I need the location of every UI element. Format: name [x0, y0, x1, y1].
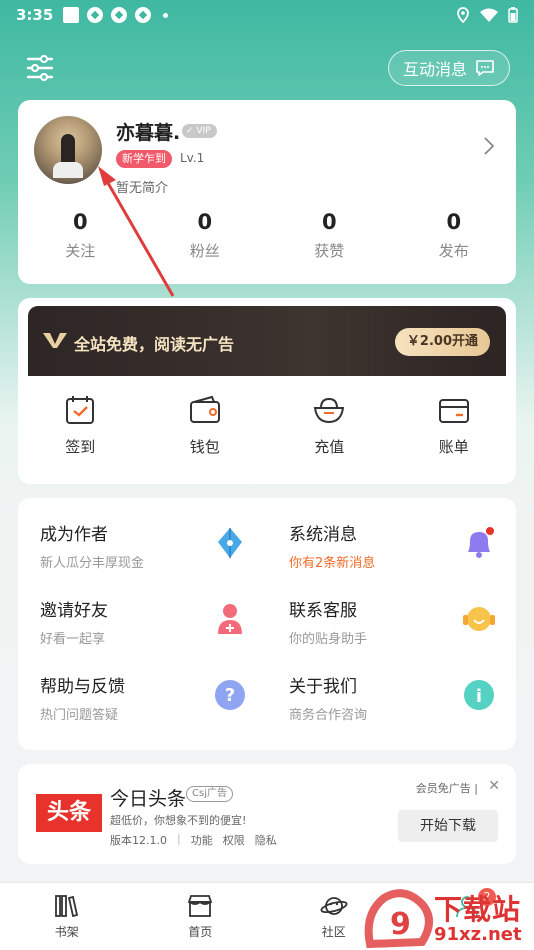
quick-checkin[interactable]: 签到: [18, 394, 143, 460]
menu-customer-service[interactable]: 联系客服 你的贴身助手: [267, 578, 516, 654]
menu-help-feedback[interactable]: 帮助与反馈 热门问题答疑 ?: [18, 654, 267, 730]
ad-free-label[interactable]: 会员免广告 |: [416, 780, 478, 796]
vip-logo-icon: [43, 333, 67, 348]
menu-system-messages[interactable]: 系统消息 你有2条新消息: [267, 502, 516, 578]
ad-description: 超低价，你想象不到的便宜!: [110, 814, 247, 827]
more-notifications-dot-icon: [163, 12, 169, 18]
notification-app-icon: [87, 7, 104, 23]
vip-banner[interactable]: 全站免费，阅读无广告 ￥2.00开通: [28, 306, 506, 376]
recharge-bowl-icon: [314, 397, 345, 424]
stat-posts[interactable]: 0 发布: [392, 208, 517, 268]
profile-card[interactable]: 亦暮暮. ✓ VIP 新学乍到 Lv.1 暂无简介 0 关注 0 粉丝 0 获赞 0发…: [18, 100, 516, 284]
avatar[interactable]: [34, 116, 102, 184]
nav-home[interactable]: 首页: [134, 883, 268, 950]
stat-following[interactable]: 0 关注: [18, 208, 143, 268]
username: 亦暮暮.: [116, 122, 181, 144]
newbie-tag: 新学乍到: [116, 150, 172, 168]
wifi-icon: [480, 8, 498, 22]
level-label: Lv.1: [180, 151, 205, 165]
svg-text:9: 9: [390, 907, 411, 942]
add-friend-icon: [218, 604, 242, 634]
menu-become-author[interactable]: 成为作者 新人瓜分丰厚现金: [18, 502, 267, 578]
ad-meta: 版本12.1.0 | 功能 权限 隐私: [110, 832, 277, 848]
interact-messages-label: 互动消息: [402, 60, 467, 79]
bill-card-icon: [438, 399, 469, 423]
ad-download-button[interactable]: 开始下载: [398, 810, 498, 842]
nav-bookshelf[interactable]: 书架: [0, 883, 134, 950]
vip-open-button[interactable]: ￥2.00开通: [394, 328, 490, 356]
battery-icon: [508, 7, 518, 23]
stat-likes[interactable]: 0 获赞: [267, 208, 392, 268]
pen-nib-icon: [218, 528, 242, 558]
status-bar: 3:35: [0, 0, 534, 30]
status-time: 3:35: [16, 6, 54, 24]
stat-fans[interactable]: 0 粉丝: [143, 208, 268, 268]
vip-card: 全站免费，阅读无广告 ￥2.00开通 签到 钱包 充值 账单: [18, 298, 516, 484]
interact-messages-button[interactable]: 互动消息: [387, 50, 510, 86]
svg-text:i: i: [476, 686, 482, 707]
info-icon: i: [464, 680, 494, 710]
ad-title: 今日头条: [110, 788, 187, 810]
planet-icon: [320, 897, 348, 915]
message-bubble-icon: [476, 60, 494, 76]
menu-card: 成为作者 新人瓜分丰厚现金 系统消息 你有2条新消息 邀请好友 好看一起享 联系…: [18, 498, 516, 750]
menu-invite-friends[interactable]: 邀请好友 好看一起享: [18, 578, 267, 654]
watermark-text: 下载站: [434, 893, 522, 926]
headset-icon: [463, 607, 495, 631]
close-icon[interactable]: ✕: [488, 778, 500, 794]
notification-app-icon: [111, 7, 128, 23]
top-bar: 互动消息: [0, 44, 534, 94]
calendar-check-icon: [66, 396, 95, 424]
menu-about-us[interactable]: 关于我们 商务合作咨询 i: [267, 654, 516, 730]
profile-stats: 0 关注 0 粉丝 0 获赞 0 发布: [18, 208, 516, 268]
svg-text:?: ?: [225, 685, 235, 706]
profile-intro: 暂无简介: [116, 181, 169, 196]
ad-tag: Csj广告: [186, 786, 233, 802]
settings-sliders-icon[interactable]: [24, 52, 56, 84]
store-icon: [188, 895, 213, 917]
wallet-icon: [189, 395, 220, 423]
ad-version: 版本12.1.0: [110, 834, 167, 847]
ad-card[interactable]: 头条 今日头条 Csj广告 超低价，你想象不到的便宜! 版本12.1.0 | 功…: [18, 764, 516, 864]
quick-recharge[interactable]: 充值: [267, 394, 392, 460]
bookshelf-icon: [54, 895, 78, 918]
quick-wallet[interactable]: 钱包: [143, 394, 268, 460]
ad-app-logo: 头条: [36, 794, 102, 832]
location-icon: [457, 7, 469, 23]
watermark-url: 91xz.net: [434, 924, 522, 945]
ad-link-features[interactable]: 功能: [191, 832, 213, 848]
chevron-right-icon[interactable]: [482, 136, 496, 156]
ad-link-permissions[interactable]: 权限: [223, 832, 245, 848]
vip-badge: ✓ VIP: [182, 124, 217, 138]
question-icon: ?: [215, 680, 245, 710]
vip-text: 全站免费，阅读无广告: [74, 335, 235, 354]
bell-icon: [468, 527, 494, 558]
quick-bill[interactable]: 账单: [392, 394, 517, 460]
notification-app-icon: [135, 7, 152, 23]
ad-link-privacy[interactable]: 隐私: [255, 832, 277, 848]
quick-actions: 签到 钱包 充值 账单: [18, 394, 516, 460]
notification-square-icon: [63, 7, 80, 23]
